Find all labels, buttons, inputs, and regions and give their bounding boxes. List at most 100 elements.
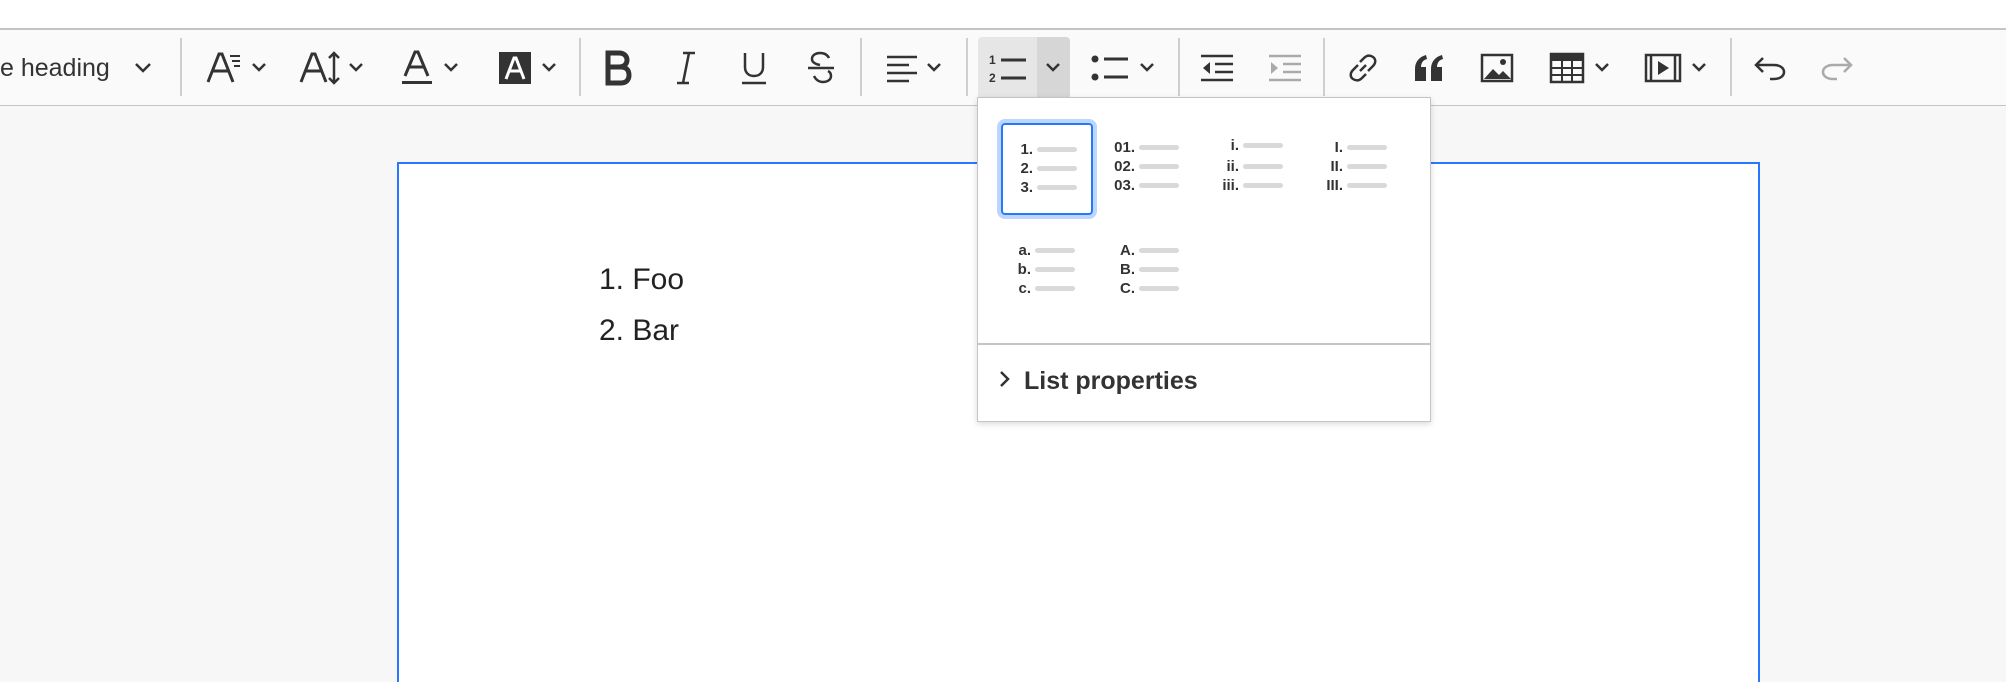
list-style-line	[1243, 164, 1283, 169]
list-style-line	[1347, 164, 1387, 169]
heading-dropdown-label: e heading	[0, 54, 110, 82]
bold-icon	[603, 50, 633, 86]
heading-dropdown[interactable]: e heading	[0, 30, 170, 106]
list-style-marker: a.	[1018, 242, 1031, 259]
list-style-marker: I.	[1334, 139, 1343, 156]
numbered-list-dropdown-arrow[interactable]	[1037, 37, 1070, 99]
outdent-icon	[1199, 53, 1235, 83]
list-style-marker: A.	[1120, 242, 1135, 259]
list-style-marker: b.	[1017, 261, 1031, 278]
align-left-icon	[885, 53, 919, 83]
list-style-line	[1347, 145, 1387, 150]
list-style-line	[1035, 267, 1075, 272]
list-style-preview-row: iii.	[1209, 176, 1283, 195]
chevron-down-icon	[925, 61, 943, 75]
chevron-down-icon	[1138, 61, 1156, 75]
chevron-down-icon	[250, 61, 268, 75]
chevron-right-icon	[998, 369, 1012, 394]
block-quote-button[interactable]	[1404, 30, 1454, 106]
italic-icon	[673, 51, 699, 85]
chevron-down-icon	[442, 61, 460, 75]
list-style-line	[1139, 164, 1179, 169]
list-style-preview-row: ii.	[1209, 157, 1283, 176]
bulleted-list-button[interactable]	[1082, 30, 1164, 106]
list-style-preview-row: 3.	[1003, 178, 1077, 197]
undo-icon	[1753, 54, 1787, 82]
toolbar-separator	[180, 38, 182, 96]
font-size-icon	[299, 48, 343, 88]
list-style-line	[1139, 183, 1179, 188]
list-style-lower-latin-button[interactable]: a. b. c.	[1001, 226, 1093, 318]
list-style-preview-row: I.	[1313, 138, 1387, 157]
list-style-preview-row: 1.	[1003, 140, 1077, 159]
font-background-color-button[interactable]	[488, 30, 568, 106]
insert-media-button[interactable]	[1636, 30, 1716, 106]
strikethrough-button[interactable]	[797, 30, 845, 106]
toolbar-separator	[1730, 38, 1732, 96]
list-style-preview-row: 02.	[1105, 157, 1179, 176]
font-family-button[interactable]	[196, 30, 276, 106]
quote-icon	[1412, 53, 1446, 83]
list-style-line	[1037, 166, 1077, 171]
underline-button[interactable]	[730, 30, 778, 106]
toolbar-separator	[966, 38, 968, 96]
indent-button[interactable]	[1260, 30, 1310, 106]
alignment-button[interactable]	[876, 30, 952, 106]
list-style-preview-row: C.	[1105, 279, 1179, 298]
dropdown-divider	[978, 343, 1430, 345]
italic-button[interactable]	[662, 30, 710, 106]
list-style-lower-roman-button[interactable]: i. ii. iii.	[1209, 123, 1301, 215]
list-item[interactable]: 2. Bar	[599, 305, 684, 356]
link-icon	[1346, 51, 1380, 85]
numbered-list-icon: 1 2	[988, 51, 1028, 90]
svg-text:1: 1	[989, 53, 996, 67]
list-style-marker: III.	[1326, 177, 1343, 194]
list-style-preview-row: a.	[1001, 241, 1075, 260]
list-style-upper-latin-button[interactable]: A. B. C.	[1105, 226, 1197, 318]
font-color-button[interactable]	[392, 30, 468, 106]
list-properties-toggle[interactable]: List properties	[998, 360, 1198, 402]
list-style-marker: 2.	[1020, 160, 1033, 177]
chevron-down-icon	[540, 61, 558, 75]
list-style-line	[1347, 183, 1387, 188]
list-style-preview-row: c.	[1001, 279, 1075, 298]
link-button[interactable]	[1338, 30, 1388, 106]
list-style-line	[1139, 286, 1179, 291]
list-style-marker: B.	[1120, 261, 1135, 278]
underline-icon	[740, 50, 768, 86]
svg-text:2: 2	[989, 71, 996, 85]
list-style-upper-roman-button[interactable]: I. II. III.	[1313, 123, 1405, 215]
undo-button[interactable]	[1745, 30, 1795, 106]
bulleted-list-icon	[1090, 51, 1130, 85]
list-style-preview-row: 2.	[1003, 159, 1077, 178]
list-style-marker: c.	[1018, 280, 1031, 297]
list-item[interactable]: 1. Foo	[599, 254, 684, 305]
outdent-button[interactable]	[1192, 30, 1242, 106]
insert-image-button[interactable]	[1472, 30, 1522, 106]
list-style-preview-row: i.	[1209, 136, 1283, 155]
numbered-list-button[interactable]: 1 2	[978, 37, 1037, 99]
list-style-line	[1243, 143, 1283, 148]
table-icon	[1549, 52, 1585, 84]
list-style-preview-row: B.	[1105, 260, 1179, 279]
list-style-decimal-leading-zero-button[interactable]: 01. 02. 03.	[1105, 123, 1197, 215]
list-style-marker: C.	[1120, 280, 1135, 297]
list-style-line	[1139, 267, 1179, 272]
list-style-decimal-button[interactable]: 1. 2. 3.	[1001, 123, 1093, 215]
media-icon	[1644, 53, 1682, 83]
font-background-color-icon	[498, 51, 532, 85]
list-style-line	[1243, 183, 1283, 188]
list-style-preview-row: b.	[1001, 260, 1075, 279]
list-style-marker: 03.	[1114, 177, 1135, 194]
list-properties-label: List properties	[1024, 366, 1198, 395]
list-style-preview-row: A.	[1105, 241, 1179, 260]
insert-table-button[interactable]	[1540, 30, 1620, 106]
list-style-line	[1139, 248, 1179, 253]
list-style-preview-row: 01.	[1105, 138, 1179, 157]
list-style-preview-row: 03.	[1105, 176, 1179, 195]
bold-button[interactable]	[594, 30, 642, 106]
list-style-preview-row: III.	[1313, 176, 1387, 195]
list-style-marker: 3.	[1020, 179, 1033, 196]
redo-button[interactable]	[1812, 30, 1862, 106]
font-size-button[interactable]	[292, 30, 372, 106]
